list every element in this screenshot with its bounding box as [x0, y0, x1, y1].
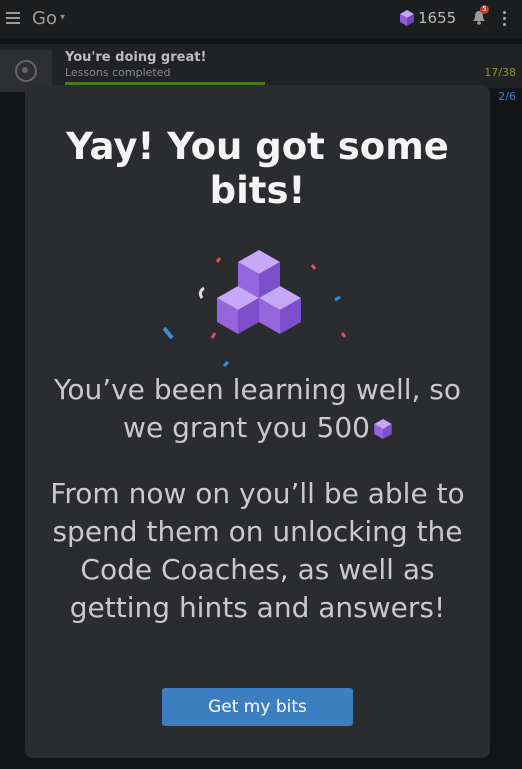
top-bar: Go ▾ 1655 5 [0, 0, 522, 38]
reward-modal: Yay! You got some bits! You’ve been lear… [25, 85, 490, 758]
modal-title: Yay! You got some bits! [66, 125, 449, 212]
bits-count: 1655 [418, 9, 457, 27]
reward-message-text: You’ve been learning well, so we grant y… [53, 373, 462, 444]
bits-cube-icon [400, 10, 414, 26]
chevron-down-icon[interactable]: ▾ [60, 12, 65, 23]
get-my-bits-button[interactable]: Get my bits [162, 688, 353, 726]
menu-icon[interactable] [6, 12, 20, 24]
reward-description: From now on you’ll be able to spend them… [50, 477, 465, 624]
progress-subtitle: Lessons completed [65, 66, 171, 79]
progress-title: You're doing great! [65, 50, 207, 65]
progress-count: 17/38 [484, 66, 516, 79]
reward-amount: 500 [316, 411, 370, 444]
more-vert-icon[interactable] [503, 11, 506, 29]
notification-badge: 5 [480, 5, 489, 14]
bits-balance[interactable]: 1655 [400, 9, 456, 27]
progress-strip: You're doing great! Lessons completed 17… [0, 44, 522, 103]
bits-cube-icon [374, 419, 392, 439]
progress-count-secondary: 2/6 [498, 90, 516, 103]
cubes-confetti-illustration [162, 250, 347, 368]
reward-message: You’ve been learning well, so we grant y… [45, 371, 470, 447]
app-title[interactable]: Go [32, 8, 57, 29]
